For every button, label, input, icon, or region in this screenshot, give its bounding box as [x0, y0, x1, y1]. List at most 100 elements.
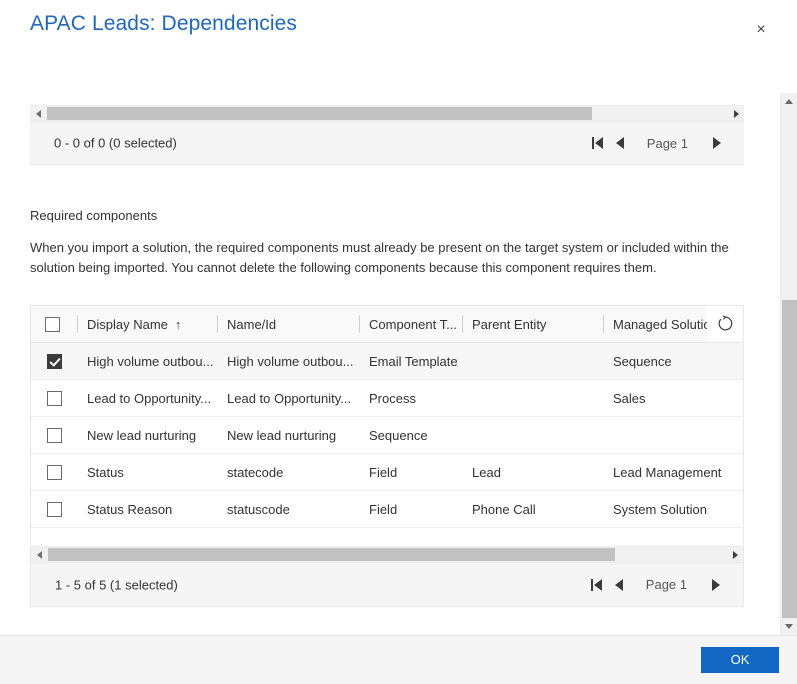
vertical-scroll-thumb[interactable] [782, 300, 797, 622]
next-page-button[interactable] [706, 130, 728, 156]
table-row[interactable]: High volume outbou... High volume outbou… [31, 342, 743, 380]
main-grid-pager: 1 - 5 of 5 (1 selected) Page 1 [31, 563, 743, 606]
column-header-name-id[interactable]: Name/Id [217, 306, 359, 343]
row-select-cell[interactable] [31, 453, 77, 491]
top-grid-record-count: 0 - 0 of 0 (0 selected) [54, 135, 177, 151]
row-select-cell[interactable] [31, 416, 77, 454]
row-select-cell[interactable] [31, 490, 77, 528]
row-checkbox[interactable] [46, 502, 62, 518]
row-checkbox[interactable] [46, 354, 62, 370]
row-checkbox[interactable] [46, 428, 62, 444]
scroll-down-arrow-icon[interactable] [781, 618, 797, 635]
column-divider [217, 315, 218, 333]
first-page-icon [592, 137, 604, 149]
top-grid-scroll-thumb[interactable] [47, 107, 592, 120]
scroll-left-arrow-icon[interactable] [30, 106, 46, 121]
column-divider [77, 315, 78, 333]
cell-managed-solution: Sales [603, 379, 743, 417]
chevron-right-icon [712, 578, 720, 591]
next-page-button[interactable] [705, 572, 727, 598]
cell-display-name: Status Reason [77, 490, 217, 528]
table-row[interactable]: Lead to Opportunity... Lead to Opportuni… [31, 379, 743, 417]
row-select-cell[interactable] [31, 379, 77, 417]
required-components-label: Required components [30, 208, 158, 223]
cell-managed-solution [603, 416, 743, 454]
column-divider [603, 315, 604, 333]
select-all-checkbox[interactable] [45, 316, 60, 332]
scroll-right-arrow-icon[interactable] [727, 547, 743, 562]
cell-name-id: statecode [217, 453, 359, 491]
dialog-footer: OK [0, 635, 797, 684]
scroll-up-arrow-icon[interactable] [781, 93, 797, 110]
cell-name-id: Lead to Opportunity... [217, 379, 359, 417]
top-grid-pager: 0 - 0 of 0 (0 selected) Page 1 [30, 122, 744, 165]
cell-display-name: Lead to Opportunity... [77, 379, 217, 417]
table-row[interactable]: Status statecode Field Lead Lead Managem… [31, 453, 743, 491]
dialog-body: 0 - 0 of 0 (0 selected) Page 1 Required … [0, 60, 774, 635]
cell-display-name: New lead nurturing [77, 416, 217, 454]
cell-managed-solution: Lead Management [603, 453, 743, 491]
column-header-label: Name/Id [227, 316, 277, 332]
table-row[interactable]: Status Reason statuscode Field Phone Cal… [31, 490, 743, 528]
row-select-cell[interactable] [31, 342, 77, 380]
main-grid-horizontal-scrollbar[interactable] [31, 546, 743, 563]
column-divider [359, 315, 360, 333]
select-all-header [31, 306, 77, 343]
cell-name-id: statuscode [217, 490, 359, 528]
chevron-left-icon [614, 578, 623, 591]
table-header-row: Display Name ↑ Name/Id Component T... Pa… [31, 306, 743, 343]
previous-page-button[interactable] [609, 130, 631, 156]
column-header-managed-solution[interactable]: Managed Solution [603, 306, 743, 343]
previous-page-button[interactable] [608, 572, 630, 598]
column-header-label: Managed Solution [613, 316, 718, 332]
cell-managed-solution: System Solution [603, 490, 743, 528]
chevron-right-icon [713, 137, 721, 149]
cell-display-name: Status [77, 453, 217, 491]
cell-component-type: Field [359, 453, 462, 491]
row-checkbox[interactable] [46, 391, 62, 407]
dialog-vertical-scrollbar[interactable] [780, 93, 797, 635]
page-title: APAC Leads: Dependencies [30, 12, 298, 35]
top-grid-horizontal-scrollbar[interactable] [30, 105, 744, 122]
first-page-button[interactable] [586, 572, 608, 598]
cell-parent-entity: Lead [462, 453, 603, 491]
sort-ascending-icon: ↑ [174, 316, 182, 332]
cell-name-id: High volume outbou... [217, 342, 359, 380]
scroll-right-arrow-icon[interactable] [728, 106, 744, 121]
cell-component-type: Sequence [359, 416, 462, 454]
cell-parent-entity [462, 416, 603, 454]
table-row[interactable]: New lead nurturing New lead nurturing Se… [31, 416, 743, 454]
main-grid-record-count: 1 - 5 of 5 (1 selected) [55, 577, 178, 592]
cell-component-type: Process [359, 379, 462, 417]
cell-display-name: High volume outbou... [77, 342, 217, 380]
cell-component-type: Email Template [359, 342, 462, 380]
close-icon[interactable]: × [745, 16, 777, 44]
top-grid-panel: 0 - 0 of 0 (0 selected) Page 1 [30, 105, 744, 165]
main-grid-scroll-thumb[interactable] [48, 548, 615, 561]
scroll-left-arrow-icon[interactable] [31, 547, 47, 562]
grid-bottom-spacer [31, 528, 743, 546]
column-header-label: Display Name [87, 316, 168, 332]
first-page-button[interactable] [587, 130, 609, 156]
row-checkbox[interactable] [46, 465, 62, 481]
top-grid-page-label: Page 1 [646, 135, 688, 151]
first-page-icon [591, 578, 603, 591]
column-divider [462, 315, 463, 333]
column-header-component-type[interactable]: Component T... [359, 306, 462, 343]
main-grid-page-label: Page 1 [645, 577, 687, 592]
column-header-display-name[interactable]: Display Name ↑ [77, 306, 217, 343]
top-grid-pager-nav: Page 1 [587, 130, 728, 156]
dependencies-table: Display Name ↑ Name/Id Component T... Pa… [31, 306, 743, 528]
dialog-header: APAC Leads: Dependencies × [0, 0, 797, 60]
ok-button[interactable]: OK [701, 647, 779, 673]
cell-parent-entity [462, 379, 603, 417]
cell-managed-solution: Sequence [603, 342, 743, 380]
refresh-spinner-glyph [718, 315, 732, 331]
required-components-description: When you import a solution, the required… [30, 240, 729, 275]
main-grid-pager-nav: Page 1 [586, 572, 727, 598]
column-header-label: Parent Entity [472, 316, 547, 332]
column-header-parent-entity[interactable]: Parent Entity [462, 306, 603, 343]
refresh-spinner-icon[interactable] [707, 306, 743, 341]
table-body: High volume outbou... High volume outbou… [31, 342, 743, 528]
cell-component-type: Field [359, 490, 462, 528]
